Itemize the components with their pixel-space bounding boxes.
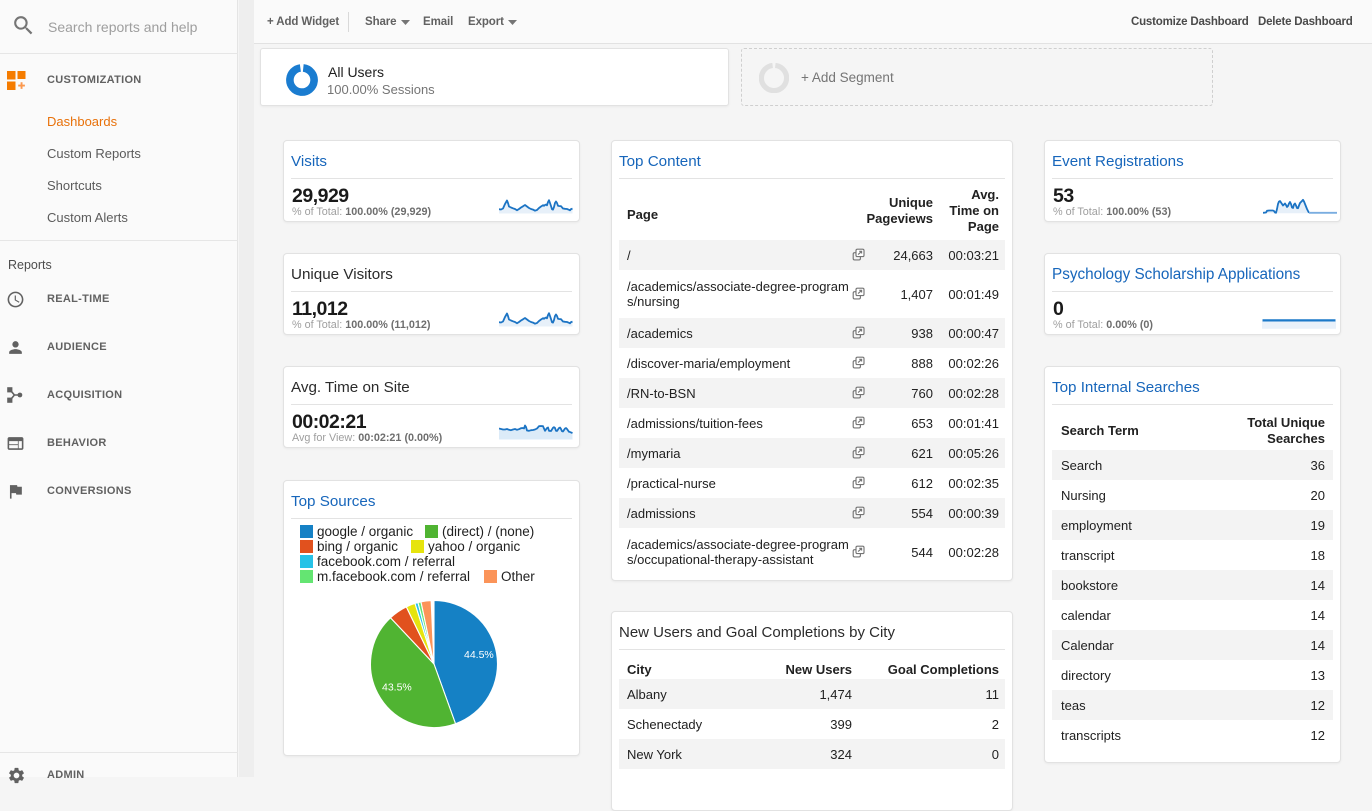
svg-text:43.5%: 43.5% xyxy=(382,682,412,694)
svg-text:44.5%: 44.5% xyxy=(464,649,494,661)
